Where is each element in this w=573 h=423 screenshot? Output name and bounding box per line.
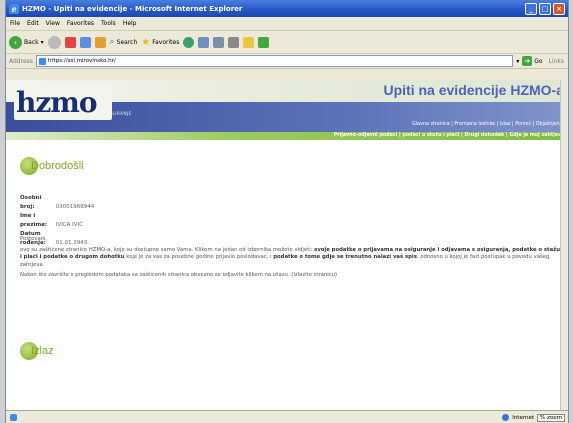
- media-icon[interactable]: [183, 36, 195, 48]
- window-title: HZMO - Upiti na evidencije - Microsoft I…: [22, 4, 243, 13]
- chevron-down-icon[interactable]: ▾: [516, 58, 519, 65]
- message-text: koje je za vas za posebne godine prijavi…: [124, 254, 274, 260]
- hzmo-logo[interactable]: hzmo: [16, 86, 98, 119]
- mail-icon[interactable]: [213, 36, 225, 48]
- title-bar: e HZMO - Upiti na evidencije - Microsoft…: [6, 0, 568, 17]
- chevron-down-icon: ▾: [40, 38, 44, 46]
- go-arrow-icon: ➜: [522, 56, 533, 66]
- toolbar: ‹ Back ▾ ⌕ Search ★ Favorites: [6, 31, 568, 54]
- back-arrow-icon: ‹: [9, 35, 22, 49]
- site-header: HRVATSKI ZAVOD ZA MIROVINSKO OSIGURANJE …: [6, 80, 568, 132]
- maximize-button[interactable]: □: [539, 2, 551, 15]
- app-title: Upiti na evidencije HZMO-a: [383, 82, 564, 98]
- oib-label: Osobni broj:: [20, 195, 42, 210]
- zoom-level[interactable]: % zoom: [537, 413, 565, 422]
- links-label[interactable]: Links: [549, 58, 564, 65]
- info-message: Poštovani, ovo su zaštićene stranice HZM…: [20, 236, 560, 283]
- history-icon[interactable]: [198, 36, 210, 48]
- status-right: Internet % zoom: [502, 413, 568, 422]
- logout-text: Izlaz: [31, 345, 54, 357]
- status-bar: Internet % zoom: [6, 410, 568, 423]
- security-zone: Internet: [512, 414, 535, 421]
- address-label: Address: [9, 57, 33, 65]
- page-content: HRVATSKI ZAVOD ZA MIROVINSKO OSIGURANJE …: [6, 80, 568, 410]
- ie-icon: e: [9, 3, 19, 14]
- page-icon: [38, 57, 46, 65]
- address-url: https://ssl.mirovinsko.hr/: [47, 58, 116, 64]
- oib-value: 03001968944: [55, 204, 95, 210]
- go-button[interactable]: ➜ Go Links: [522, 56, 568, 66]
- menu-edit[interactable]: Edit: [27, 20, 39, 27]
- status-left: [6, 414, 17, 421]
- logout-link[interactable]: Izlaz: [20, 342, 54, 360]
- address-input[interactable]: https://ssl.mirovinsko.hr/: [35, 55, 514, 67]
- name-label: Ime i prezime:: [20, 213, 48, 228]
- home-icon[interactable]: [94, 36, 106, 48]
- window-controls: _ □ ×: [525, 2, 568, 15]
- menu-favorites[interactable]: Favorites: [67, 20, 94, 27]
- logo-text: hzmo: [16, 86, 98, 119]
- back-label: Back: [24, 38, 39, 46]
- print-icon[interactable]: [228, 36, 240, 48]
- vertical-scrollbar[interactable]: [560, 80, 568, 410]
- menu-view[interactable]: View: [46, 20, 60, 27]
- star-icon: ★: [141, 36, 151, 48]
- message-text: ovo su zaštićene stranice HZMO-a, koje s…: [20, 246, 315, 253]
- close-button[interactable]: ×: [553, 2, 565, 15]
- minimize-button[interactable]: _: [525, 2, 537, 15]
- go-label: Go: [534, 57, 543, 65]
- favorites-label: Favorites: [152, 38, 180, 46]
- menu-bar: File Edit View Favorites Tools Help: [6, 17, 568, 31]
- globe-icon: [502, 414, 510, 421]
- messenger-icon[interactable]: [258, 36, 270, 48]
- search-button[interactable]: ⌕ Search: [110, 37, 138, 47]
- message-bold-text: podatke o tome gdje se trenutno nalazi v…: [273, 254, 417, 260]
- refresh-icon[interactable]: [79, 36, 91, 48]
- folder-icon[interactable]: [243, 36, 255, 48]
- back-button[interactable]: ‹ Back ▾: [9, 35, 44, 49]
- menu-help[interactable]: Help: [123, 20, 137, 27]
- menu-file[interactable]: File: [10, 20, 20, 27]
- stop-icon[interactable]: [64, 36, 76, 48]
- name-value: IVICA IVIĆ: [55, 222, 83, 228]
- green-navigation[interactable]: Prijavno-odjavni podaci | podaci o stažu…: [6, 132, 568, 140]
- message-paragraph-2: Nakon što završite s pregledom podataka …: [20, 272, 338, 278]
- message-paragraph-1: ovo su zaštićene stranice HZMO-a, koje s…: [20, 247, 560, 270]
- favorites-button[interactable]: ★ Favorites: [141, 37, 179, 48]
- address-bar: Address https://ssl.mirovinsko.hr/ ▾ ➜ G…: [6, 54, 568, 69]
- search-icon: ⌕: [109, 37, 115, 47]
- page-status-icon: [10, 414, 17, 421]
- menu-tools[interactable]: Tools: [101, 20, 116, 27]
- browser-window: e HZMO - Upiti na evidencije - Microsoft…: [6, 0, 568, 423]
- top-navigation[interactable]: Glavna stranica | Promjena lozinke | Izl…: [412, 122, 564, 127]
- forward-button[interactable]: [47, 35, 61, 49]
- search-label: Search: [116, 38, 138, 46]
- message-greeting: Poštovani,: [20, 236, 48, 242]
- welcome-text: Dobrodošli: [31, 160, 84, 172]
- welcome-heading: Dobrodošli: [20, 157, 84, 175]
